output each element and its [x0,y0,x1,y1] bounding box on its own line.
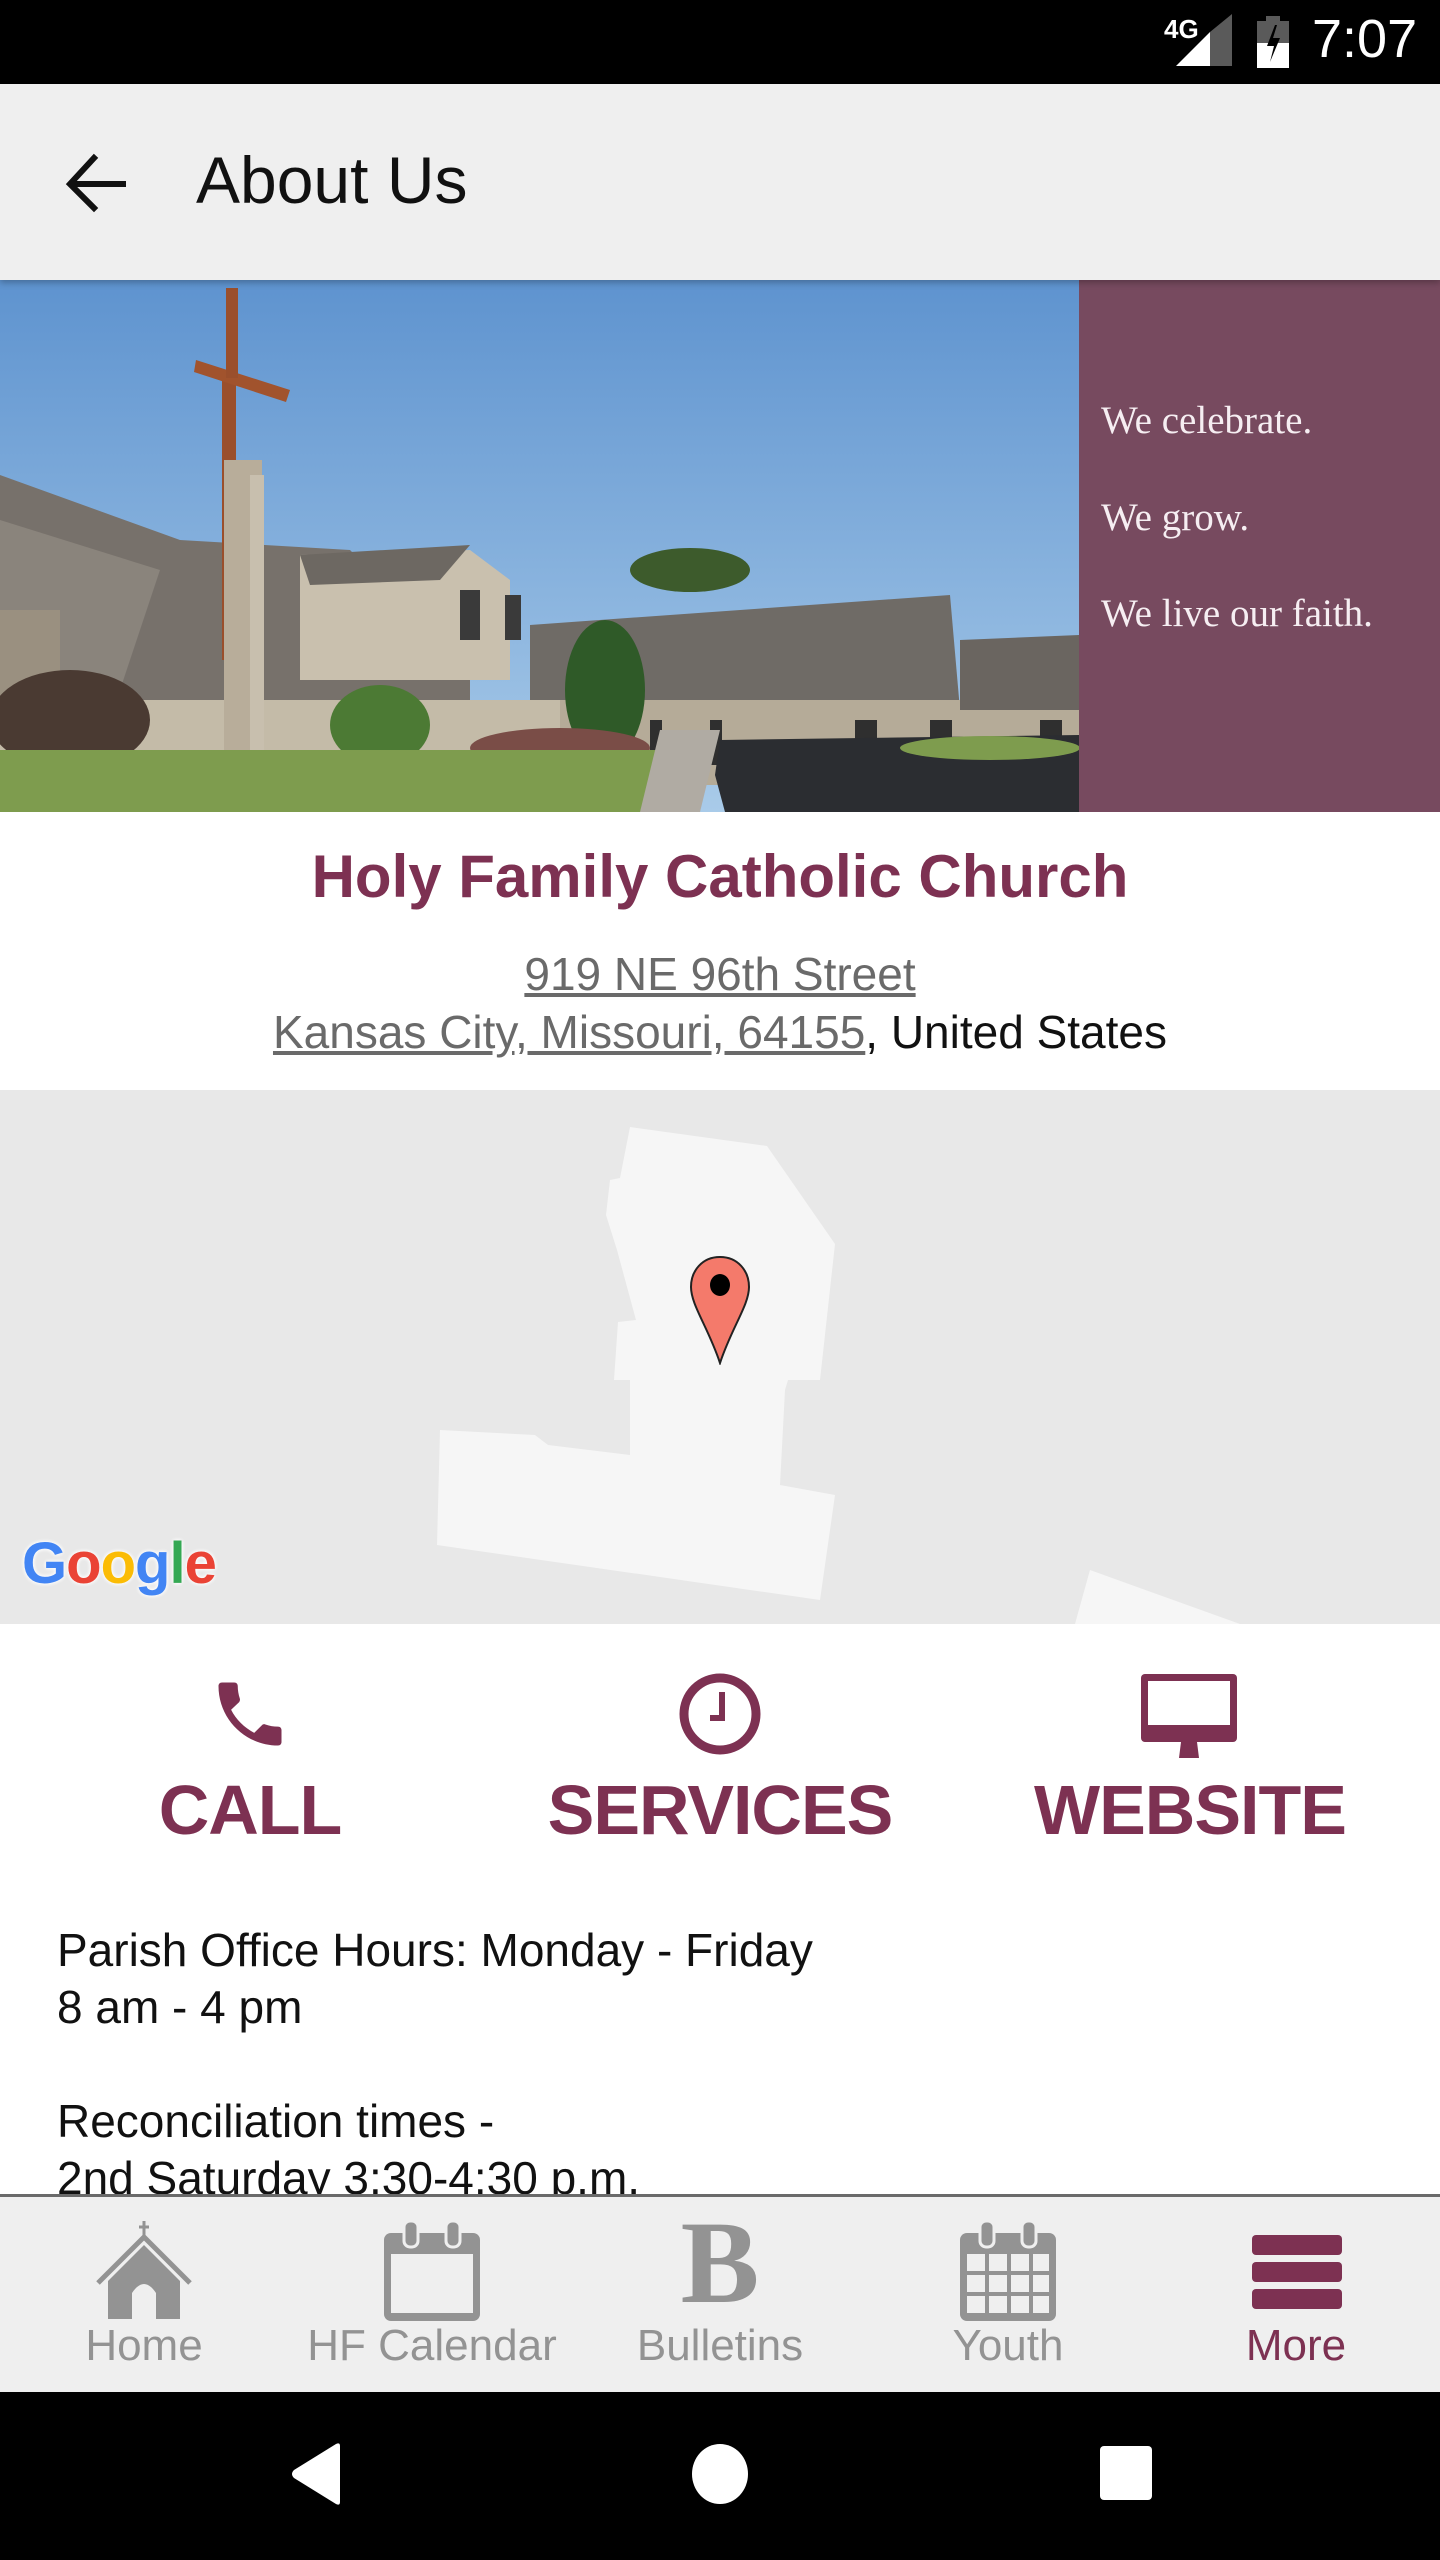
tab-youth-label: Youth [952,2321,1064,2370]
status-bar: 4G 7:07 [0,0,1440,84]
tagline-line: We grow. [1101,496,1250,539]
bulletin-b-icon: B [680,2197,760,2328]
hero-banner: We celebrate. We grow. We live our faith… [0,280,1440,812]
map-view[interactable]: Google [0,1090,1440,1624]
call-label: CALL [158,1771,343,1849]
call-button[interactable]: CALL [10,1624,490,1884]
monitor-icon [1141,1674,1237,1758]
church-photo [0,280,1079,812]
about-description: Parish Office Hours: Monday - Friday 8 a… [57,1922,1357,2207]
signal-icon [1176,14,1232,66]
calendar-grid-icon [960,2221,1056,2321]
clock-icon [679,1673,761,1755]
tab-more-label: More [1245,2321,1347,2370]
clock: 7:07 [1312,9,1418,69]
bottom-tab-bar: Home HF Calendar B Bulletins Youth More [0,2194,1440,2395]
battery-charging-icon [1257,16,1289,68]
church-home-icon [96,2221,192,2319]
tab-hf-calendar[interactable]: HF Calendar [288,2197,576,2395]
nav-recents-icon[interactable] [1098,2444,1154,2502]
tagline-panel: We celebrate. We grow. We live our faith… [1079,280,1440,812]
tagline-line: We live our faith. [1101,592,1373,635]
page-title: About Us [196,143,468,217]
tab-home-label: Home [85,2321,203,2370]
services-button[interactable]: SERVICES [480,1624,960,1884]
office-hours-line: Parish Office Hours: Monday - Friday [57,1924,813,1976]
services-label: SERVICES [547,1771,894,1849]
church-name-title: Holy Family Catholic Church [311,843,1129,910]
menu-icon [1252,2235,1342,2309]
tab-home[interactable]: Home [0,2197,288,2395]
nav-back-icon[interactable] [288,2442,344,2506]
google-logo: Google [22,1531,217,1596]
tab-bulletins-label: Bulletins [636,2321,804,2370]
tagline-line: We celebrate. [1101,399,1313,442]
tab-more[interactable]: More [1152,2197,1440,2395]
address: 919 NE 96th Street Kansas City, Missouri… [0,945,1440,1061]
app-bar: About Us [0,84,1440,280]
address-street-link[interactable]: 919 NE 96th Street [524,948,915,1000]
reconciliation-heading: Reconciliation times - [57,2095,495,2147]
address-city-link[interactable]: Kansas City, Missouri, 64155 [273,1006,865,1058]
action-row: CALL SERVICES WEBSITE [0,1624,1440,1894]
tab-youth[interactable]: Youth [864,2197,1152,2395]
arrow-back-icon[interactable] [64,150,128,214]
phone-icon [218,1682,282,1746]
address-country: , United States [865,1006,1167,1058]
tab-bulletins[interactable]: B Bulletins [576,2197,864,2395]
system-nav-bar [0,2392,1440,2560]
calendar-icon [384,2221,480,2321]
nav-home-icon[interactable] [690,2442,750,2506]
location-marker-icon[interactable] [688,1255,752,1365]
website-button[interactable]: WEBSITE [950,1624,1430,1884]
tab-hf-calendar-label: HF Calendar [307,2321,557,2370]
website-label: WEBSITE [1034,1771,1347,1849]
office-hours-time: 8 am - 4 pm [57,1981,303,2033]
